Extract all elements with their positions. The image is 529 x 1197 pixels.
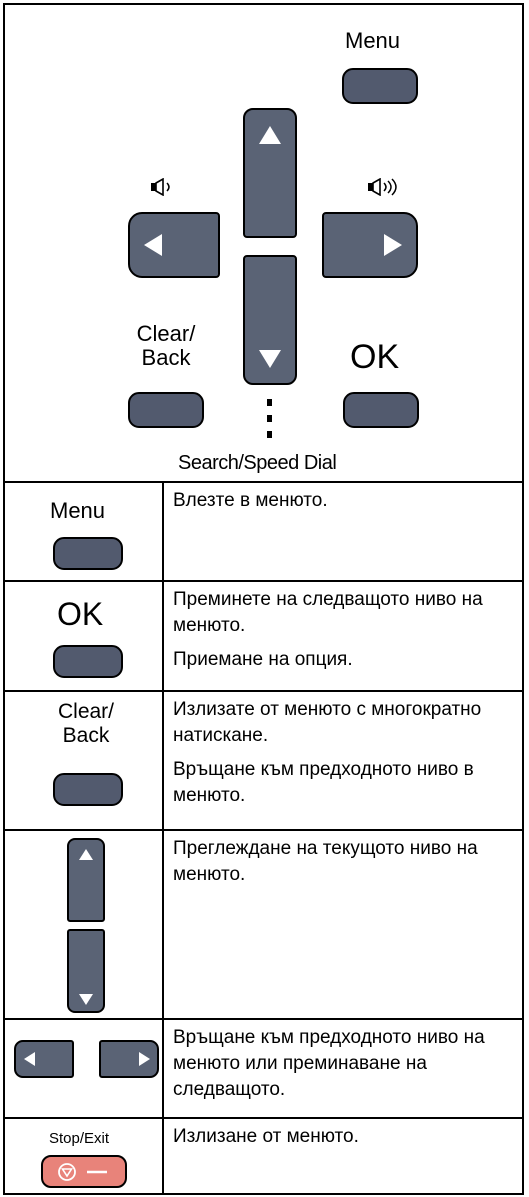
- dot: [267, 431, 272, 438]
- row-divider: [3, 481, 524, 483]
- down-arrow-button[interactable]: [243, 255, 297, 385]
- arrow-down-icon: [259, 350, 281, 368]
- ok-key-label: OK: [57, 596, 104, 632]
- row-divider: [3, 1018, 524, 1020]
- row-divider: [3, 580, 524, 582]
- row-description: Преглеждане на текущото ниво на менюто.: [173, 838, 478, 885]
- arrow-left-icon: [144, 234, 162, 256]
- menu-button[interactable]: [53, 537, 123, 570]
- ok-button[interactable]: [343, 392, 419, 428]
- row-divider: [3, 829, 524, 831]
- clear-back-key-label: Clear/Back: [57, 700, 115, 747]
- arrow-up-icon: [79, 849, 93, 860]
- row-description: Излизане от менюто.: [173, 1126, 359, 1147]
- speaker-high-icon: [368, 178, 397, 196]
- search-speed-dial-label: Search/Speed Dial: [178, 452, 337, 474]
- ok-key-label: OK: [350, 338, 400, 376]
- arrow-left-icon: [24, 1052, 35, 1066]
- dot: [267, 399, 272, 406]
- right-arrow-button[interactable]: [322, 212, 418, 278]
- row-description: Влезте в менюто.: [173, 490, 328, 511]
- speaker-low-icon: [151, 178, 170, 196]
- arrow-right-icon: [139, 1052, 150, 1066]
- up-arrow-button[interactable]: [243, 108, 297, 238]
- row-divider: [3, 1117, 524, 1119]
- clear-back-button[interactable]: [128, 392, 204, 428]
- clear-back-button[interactable]: [53, 773, 123, 806]
- clear-back-key-label: Clear/Back: [136, 321, 196, 370]
- menu-button[interactable]: [342, 68, 418, 104]
- down-arrow-button[interactable]: [67, 929, 105, 1013]
- arrow-down-icon: [79, 994, 93, 1005]
- row-description: Връщане към предходното ниво на менюто и…: [173, 1027, 485, 1100]
- row-description: Преминете на следващото ниво на менюто. …: [173, 589, 483, 670]
- arrow-right-icon: [384, 234, 402, 256]
- row-divider: [3, 690, 524, 692]
- left-arrow-button[interactable]: [128, 212, 220, 278]
- up-arrow-button[interactable]: [67, 838, 105, 922]
- stop-icon: [58, 1163, 107, 1181]
- ok-button[interactable]: [53, 645, 123, 678]
- column-divider: [162, 481, 164, 1195]
- dot: [267, 415, 272, 422]
- menu-key-label: Menu: [50, 498, 106, 523]
- right-arrow-button[interactable]: [99, 1040, 159, 1078]
- menu-key-label: Menu: [345, 28, 401, 53]
- arrow-up-icon: [259, 126, 281, 144]
- stop-exit-button[interactable]: [41, 1155, 127, 1188]
- row-description: Излизате от менюто с многократно натиска…: [173, 699, 482, 806]
- stop-exit-key-label: Stop/Exit: [49, 1130, 110, 1147]
- left-arrow-button[interactable]: [14, 1040, 74, 1078]
